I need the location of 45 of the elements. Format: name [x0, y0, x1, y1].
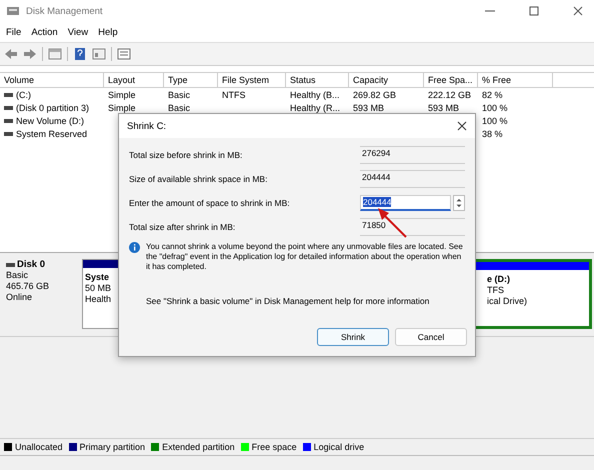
disk-info: Basic: [6, 270, 30, 281]
table-cell-text: 100 %: [481, 116, 509, 126]
readonly-value: 71850: [360, 218, 465, 236]
table-cell-text: 593 MB: [427, 102, 460, 112]
field-label: Total size after shrink in MB:: [129, 222, 236, 232]
dialog-title: Shrink C:: [127, 120, 166, 132]
field-label: Size of available shrink space in MB:: [129, 174, 268, 184]
table-cell-text: 38 %: [481, 128, 504, 138]
field-label: Enter the amount of space to shrink in MB:: [129, 198, 291, 208]
partition-info: TFS: [487, 285, 504, 296]
table-cell-text: NTFS: [221, 90, 246, 100]
table-cell: (Disk 0 partition 3): [16, 102, 90, 112]
help-text: See "Shrink a basic volume" in Disk Management help for more information: [145, 296, 430, 306]
table-cell-text: 593 MB: [352, 102, 386, 112]
disk-name: Disk 0: [17, 259, 45, 270]
field-label: Total size before shrink in MB:: [129, 150, 244, 160]
table-cell: System Reserved: [16, 128, 88, 138]
disk-info: Online: [6, 292, 34, 303]
partition-info: Syste: [85, 272, 110, 283]
table-cell: (C:): [16, 90, 31, 100]
table-cell-text: 269.82 GB: [352, 90, 398, 100]
partition-info: e (D:): [487, 274, 510, 285]
partition-info: ical Drive): [487, 296, 528, 307]
table-cell-text: Healthy (B...: [289, 90, 341, 100]
legend-label: Free space: [252, 442, 297, 452]
table-cell-text: 82 %: [481, 90, 504, 100]
table-cell-text: Basic: [167, 102, 192, 112]
readonly-value: 276294: [360, 146, 465, 164]
legend-label: Extended partition: [162, 442, 235, 452]
disk-info: 465.76 GB: [6, 281, 50, 292]
table-cell-text: 222.12 GB: [427, 90, 472, 100]
table-cell-text: Basic: [167, 90, 192, 100]
table-cell-text: Simple: [107, 90, 137, 100]
info-text: You cannot shrink a volume beyond the point where any unmovable files are located. See the "defrag" event in the Application log for detailed information about the operation when it has completed.: [146, 242, 464, 272]
table-cell-text: Healthy (R...: [289, 102, 342, 112]
readonly-value: 204444: [360, 170, 465, 188]
table-cell-text: 100 %: [481, 102, 509, 112]
window-title: Disk Management: [26, 6, 104, 16]
partition-info: 50 MB: [85, 283, 112, 294]
legend-label: Unallocated: [15, 442, 63, 452]
legend-label: Logical drive: [314, 442, 364, 452]
legend-label: Primary partition: [80, 442, 146, 452]
partition-info: Health: [85, 294, 112, 305]
table-cell: New Volume (D:): [16, 116, 84, 126]
table-cell-text: Simple: [107, 102, 137, 112]
